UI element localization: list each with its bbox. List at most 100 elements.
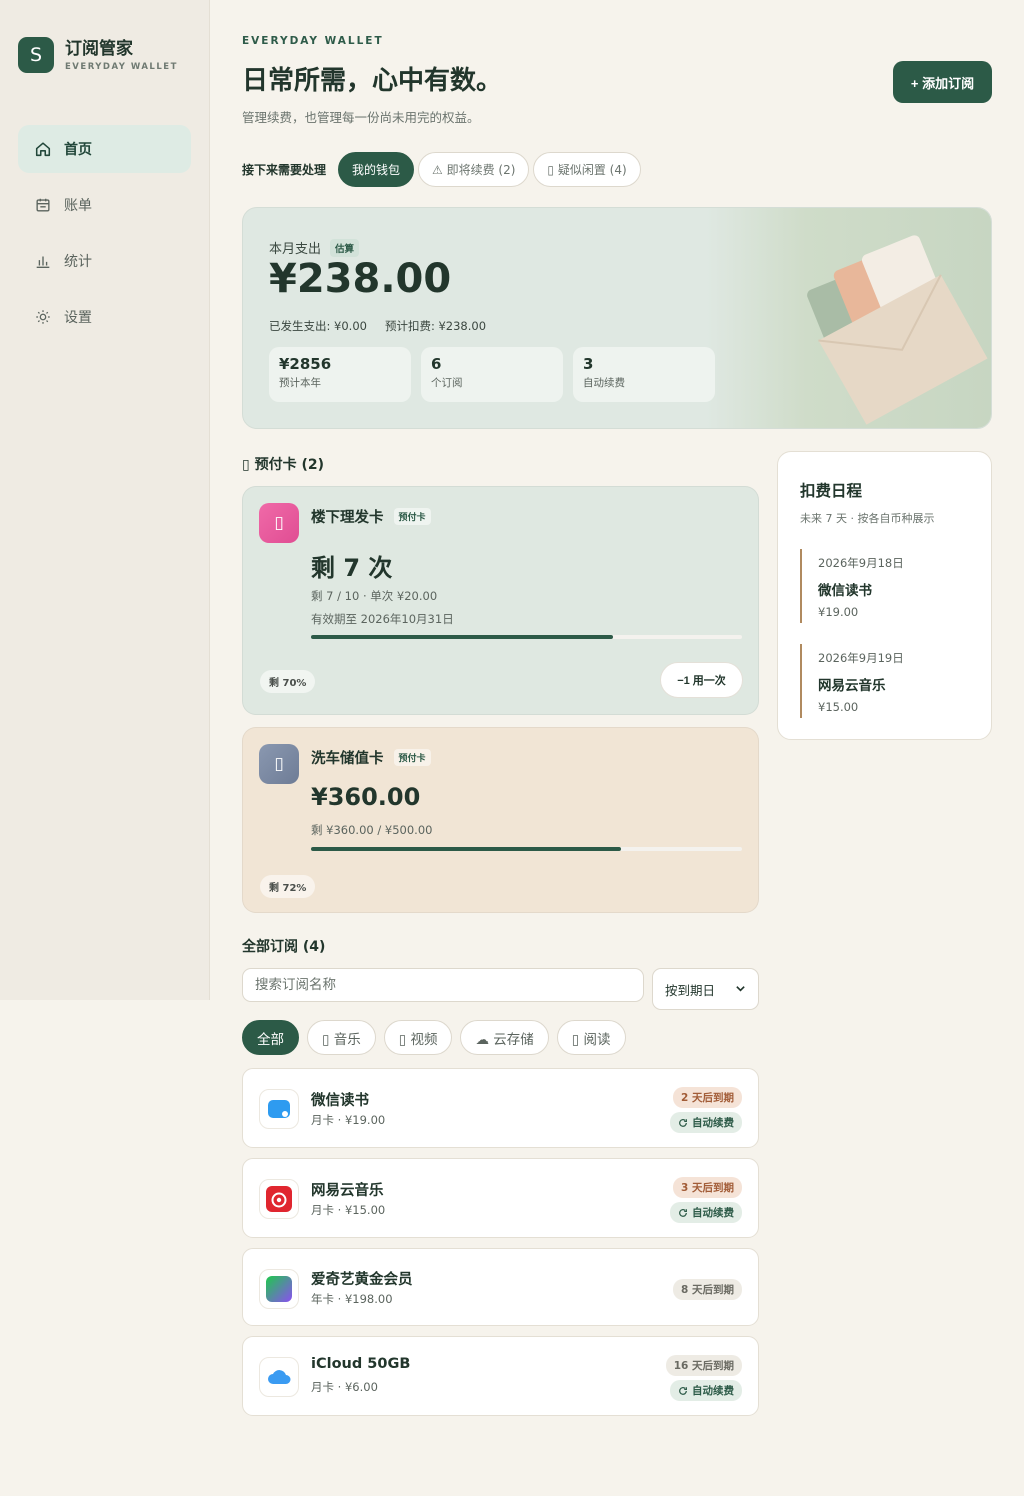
- auto-renew-badge: 自动续费: [670, 1380, 742, 1401]
- category-cloud-storage[interactable]: ☁ 云存储: [460, 1020, 549, 1055]
- subscription-meta: 年卡 · ¥198.00: [311, 1292, 393, 1306]
- prepaid-progress-fill: [311, 635, 613, 639]
- prepaid-progress-fill: [311, 847, 622, 851]
- wallet-illustration: [706, 208, 991, 428]
- sidebar-item-label: 设置: [64, 310, 92, 326]
- sort-value: 按到期日: [665, 982, 716, 998]
- sidebar-item-settings[interactable]: 设置: [18, 293, 191, 341]
- due-badge: 3 天后到期: [673, 1177, 742, 1198]
- prepaid-expiry: 有效期至 2026年10月31日: [311, 612, 454, 626]
- category-video[interactable]: ▯ 视频: [383, 1020, 453, 1055]
- prepaid-card[interactable]: ▯ 洗车储值卡 预付卡 ¥360.00 剩 ¥360.00 / ¥500.00 …: [242, 727, 759, 913]
- stat-value: 3: [583, 355, 594, 373]
- app-logo: S: [18, 37, 54, 73]
- due-badge: 8 天后到期: [673, 1279, 742, 1300]
- schedule-title: 扣费日程: [800, 482, 863, 500]
- haircut-card-icon: ▯: [259, 503, 299, 543]
- wechat-read-icon: [259, 1089, 299, 1129]
- chart-icon: [34, 252, 52, 270]
- charge-schedule-panel: 扣费日程 未来 7 天 · 按各自币种展示 2026年9月18日 微信读书 ¥1…: [777, 451, 992, 740]
- subscription-item[interactable]: 爱奇艺黄金会员 年卡 · ¥198.00 8 天后到期: [242, 1248, 759, 1326]
- search-input[interactable]: [242, 968, 644, 1002]
- tab-renewing-soon[interactable]: ⚠ 即将续费 (2): [418, 152, 530, 187]
- sidebar-item-label: 首页: [64, 142, 92, 158]
- sidebar-item-label: 账单: [64, 198, 92, 214]
- prepaid-detail: 剩 ¥360.00 / ¥500.00: [311, 823, 433, 837]
- category-all[interactable]: 全部: [242, 1020, 299, 1055]
- add-subscription-button[interactable]: + 添加订阅: [893, 61, 992, 103]
- page-subtitle: 管理续费，也管理每一份尚未用完的权益。: [242, 110, 480, 125]
- refresh-icon: [679, 1118, 687, 1127]
- chevron-down-icon: [735, 982, 746, 997]
- tab-my-wallet[interactable]: 我的钱包: [338, 152, 415, 187]
- schedule-subtitle: 未来 7 天 · 按各自币种展示: [800, 512, 935, 525]
- schedule-item[interactable]: 2026年9月18日 微信读书 ¥19.00: [800, 549, 970, 623]
- subscription-meta: 月卡 · ¥19.00: [311, 1113, 386, 1127]
- schedule-date: 2026年9月19日: [818, 651, 904, 665]
- prepaid-detail: 剩 7 / 10 · 单次 ¥20.00: [311, 589, 438, 603]
- occurred-spend: 已发生支出: ¥0.00: [269, 319, 367, 333]
- category-filter: 全部 ▯ 音乐 ▯ 视频 ☁ 云存储 ▯ 阅读: [242, 1020, 634, 1055]
- prepaid-name: 洗车储值卡: [311, 751, 384, 767]
- calendar-icon: [34, 196, 52, 214]
- tab-possibly-idle[interactable]: ▯ 疑似闲置 (4): [533, 152, 641, 187]
- subscription-item[interactable]: 网易云音乐 月卡 · ¥15.00 3 天后到期 自动续费: [242, 1158, 759, 1238]
- stat-label: 预计本年: [279, 377, 321, 389]
- auto-renew-label: 自动续费: [692, 1385, 734, 1397]
- todo-label: 接下来需要处理: [242, 163, 327, 177]
- use-once-button[interactable]: −1 用一次: [660, 662, 743, 698]
- sort-select[interactable]: 按到期日: [652, 968, 759, 1010]
- prepaid-tag: 预付卡: [393, 508, 431, 525]
- prepaid-name: 楼下理发卡: [311, 510, 384, 526]
- category-reading[interactable]: ▯ 阅读: [556, 1020, 626, 1055]
- auto-renew-badge: 自动续费: [670, 1112, 742, 1133]
- carwash-card-icon: ▯: [259, 744, 299, 784]
- subscription-meta: 月卡 · ¥15.00: [311, 1203, 386, 1217]
- schedule-name: 微信读书: [818, 583, 872, 599]
- sidebar-item-label: 统计: [64, 254, 92, 270]
- subscription-name: 网易云音乐: [311, 1183, 384, 1199]
- netease-music-icon: [259, 1179, 299, 1219]
- schedule-date: 2026年9月18日: [818, 556, 904, 570]
- prepaid-card[interactable]: ▯ 楼下理发卡 预付卡 剩 7 次 剩 7 / 10 · 单次 ¥20.00 有…: [242, 486, 759, 715]
- sidebar: S 订阅管家 EVERYDAY WALLET 首页 账单 统计 设置: [0, 0, 210, 1000]
- auto-renew-label: 自动续费: [692, 1117, 734, 1129]
- stat-label: 自动续费: [583, 377, 625, 389]
- subscription-meta: 月卡 · ¥6.00: [311, 1380, 378, 1394]
- stat-label: 个订阅: [431, 377, 463, 389]
- app-name: 订阅管家: [65, 38, 133, 59]
- sidebar-item-stats[interactable]: 统计: [18, 237, 191, 285]
- gear-icon: [34, 308, 52, 326]
- refresh-icon: [679, 1386, 687, 1395]
- brand[interactable]: S 订阅管家 EVERYDAY WALLET: [18, 37, 178, 73]
- schedule-item[interactable]: 2026年9月19日 网易云音乐 ¥15.00: [800, 644, 970, 718]
- page-title: 日常所需，心中有数。: [242, 66, 503, 96]
- refresh-icon: [679, 1208, 687, 1217]
- subscription-item[interactable]: 微信读书 月卡 · ¥19.00 2 天后到期 自动续费: [242, 1068, 759, 1148]
- icloud-icon: [259, 1357, 299, 1397]
- stat-value: 6: [431, 355, 442, 373]
- subscriptions-section-title: 全部订阅 (4): [242, 939, 326, 955]
- due-badge: 16 天后到期: [665, 1355, 742, 1376]
- subscription-name: 微信读书: [311, 1093, 369, 1109]
- prepaid-tag: 预付卡: [393, 749, 431, 766]
- prepaid-percent: 剩 72%: [260, 875, 316, 898]
- schedule-price: ¥19.00: [818, 605, 859, 619]
- iqiyi-icon: [259, 1269, 299, 1309]
- stat-count: 6 个订阅: [421, 347, 563, 402]
- stat-value: ¥2856: [279, 355, 332, 373]
- prepaid-progress: [311, 847, 742, 851]
- estimate-tag: 估算: [330, 238, 360, 257]
- auto-renew-badge: 自动续费: [670, 1202, 742, 1223]
- category-music[interactable]: ▯ 音乐: [307, 1020, 376, 1055]
- sidebar-item-bills[interactable]: 账单: [18, 181, 191, 229]
- prepaid-remaining: ¥360.00: [311, 783, 421, 811]
- sidebar-item-home[interactable]: 首页: [18, 125, 191, 173]
- subscription-item[interactable]: iCloud 50GB 月卡 · ¥6.00 16 天后到期 自动续费: [242, 1336, 759, 1416]
- spend-label: 本月支出: [269, 242, 322, 257]
- monthly-spend-card: 本月支出 估算 ¥238.00 已发生支出: ¥0.00 预计扣费: ¥238.…: [242, 207, 992, 429]
- subscription-name: iCloud 50GB: [311, 1356, 411, 1372]
- mini-stats: ¥2856 预计本年 6 个订阅 3 自动续费: [269, 347, 725, 402]
- app-tagline: EVERYDAY WALLET: [65, 61, 178, 72]
- todo-row: 接下来需要处理 我的钱包 ⚠ 即将续费 (2) ▯ 疑似闲置 (4): [242, 152, 645, 187]
